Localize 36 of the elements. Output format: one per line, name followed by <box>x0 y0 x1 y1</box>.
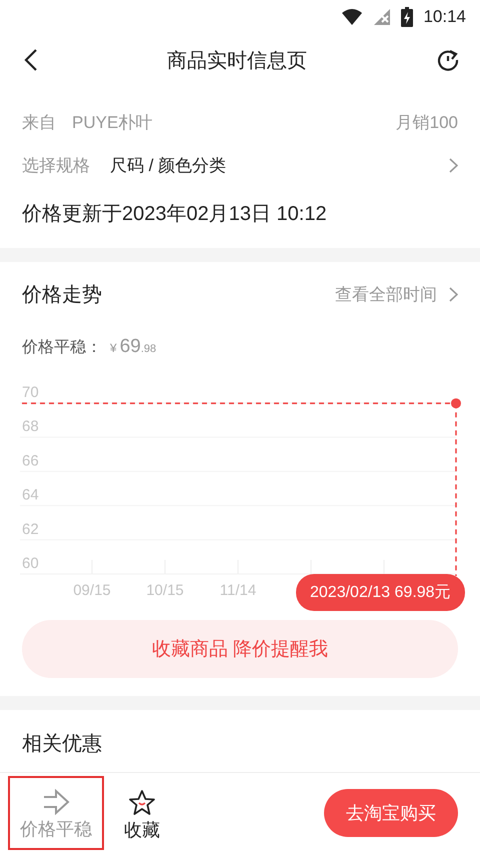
wifi-icon <box>341 8 364 26</box>
chevron-right-icon[interactable] <box>449 286 458 302</box>
y-axis-label: 60 <box>22 555 39 572</box>
section-title: 相关优惠 <box>22 732 102 756</box>
buy-button[interactable]: 去淘宝购买 <box>324 789 458 837</box>
page-title: 商品实时信息页 <box>167 48 307 74</box>
x-axis-label: 09/15 <box>73 582 111 599</box>
source-label: 来自 <box>22 112 56 134</box>
y-axis-label: 70 <box>22 384 39 401</box>
price-point <box>451 398 461 408</box>
x-axis-label: 10/15 <box>146 582 184 599</box>
star-icon <box>128 788 156 816</box>
update-time: 价格更新于2023年02月13日 10:12 <box>22 202 327 226</box>
current-price: ¥69.98 <box>110 336 156 358</box>
status-time: 10:14 <box>423 7 466 27</box>
spec-label: 选择规格 <box>22 154 90 176</box>
price-tooltip: 2023/02/13 69.98元 <box>296 574 465 611</box>
y-axis-label: 68 <box>22 418 39 436</box>
x-axis-label: 11/14 <box>220 582 256 599</box>
y-axis-label: 64 <box>22 486 39 504</box>
spec-value[interactable]: 尺码 / 颜色分类 <box>110 154 226 176</box>
tab-item[interactable]: 收藏 <box>112 776 172 850</box>
price-alert-button[interactable]: 收藏商品 降价提醒我 <box>22 620 458 678</box>
monthly-sales: 月销100 <box>396 112 458 134</box>
price-status: 价格平稳： <box>22 338 102 358</box>
no-signal-icon <box>373 8 392 26</box>
battery-charging-icon <box>401 7 414 27</box>
y-axis-label: 66 <box>22 452 39 470</box>
shop-name: PUYE朴叶 <box>72 112 152 134</box>
section-title: 价格走势 <box>22 282 102 308</box>
chevron-right-icon[interactable] <box>449 158 458 172</box>
refresh-icon[interactable] <box>436 48 460 72</box>
back-icon[interactable] <box>24 49 38 71</box>
view-all-link[interactable]: 查看全部时间 <box>335 282 437 306</box>
y-axis-label: 62 <box>22 520 39 538</box>
highlighted-tab-item[interactable]: 价格平稳 <box>8 776 104 850</box>
